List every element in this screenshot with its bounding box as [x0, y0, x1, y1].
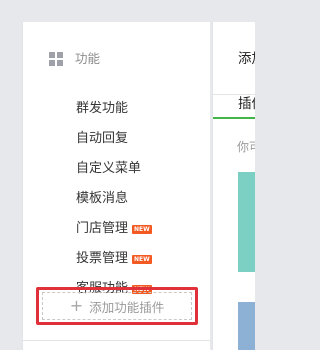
active-tab-underline: [213, 117, 255, 119]
sidebar-item-label: 投票管理: [76, 251, 129, 266]
sidebar-item-label: 模板消息: [76, 191, 129, 206]
app-stage: 功能 群发功能 自动回复 自定义菜单 模板消息 门店管理 NEW 投票管理 NE…: [0, 0, 255, 350]
sidebar-bottom-divider: [23, 340, 211, 341]
plugin-card-teal[interactable]: [238, 172, 255, 272]
sidebar-item-template-messages[interactable]: 模板消息: [76, 190, 128, 208]
grid-icon: [49, 52, 63, 66]
new-badge: NEW: [132, 224, 152, 234]
add-plugin-button[interactable]: + 添加功能插件: [42, 292, 192, 320]
sidebar-item-label: 自动回复: [76, 131, 129, 146]
new-badge: NEW: [132, 254, 152, 264]
sidebar-item-auto-reply[interactable]: 自动回复: [76, 130, 128, 148]
sidebar-item-label: 自定义菜单: [76, 161, 142, 176]
sidebar-item-label: 门店管理: [76, 221, 129, 236]
sidebar-item-mass-send[interactable]: 群发功能: [76, 100, 128, 118]
plus-icon: +: [69, 296, 84, 315]
section-header-features: 功能: [49, 50, 100, 68]
sidebar-item-custom-menu[interactable]: 自定义菜单: [76, 160, 141, 178]
page-title: 添加: [238, 51, 255, 67]
hint-text: 你可: [237, 140, 255, 154]
sidebar-item-label: 群发功能: [76, 101, 129, 116]
tab-plugins[interactable]: 插件: [238, 92, 255, 112]
plugin-card-blue[interactable]: [238, 302, 255, 350]
add-plugin-label: 添加功能插件: [89, 299, 165, 315]
content-panel: 添加 插件 你可: [212, 22, 255, 350]
sidebar-item-store-management[interactable]: 门店管理 NEW: [76, 220, 152, 238]
sidebar: 功能 群发功能 自动回复 自定义菜单 模板消息 门店管理 NEW 投票管理 NE…: [22, 22, 211, 350]
sidebar-item-vote-management[interactable]: 投票管理 NEW: [76, 250, 152, 268]
section-title: 功能: [75, 51, 101, 66]
